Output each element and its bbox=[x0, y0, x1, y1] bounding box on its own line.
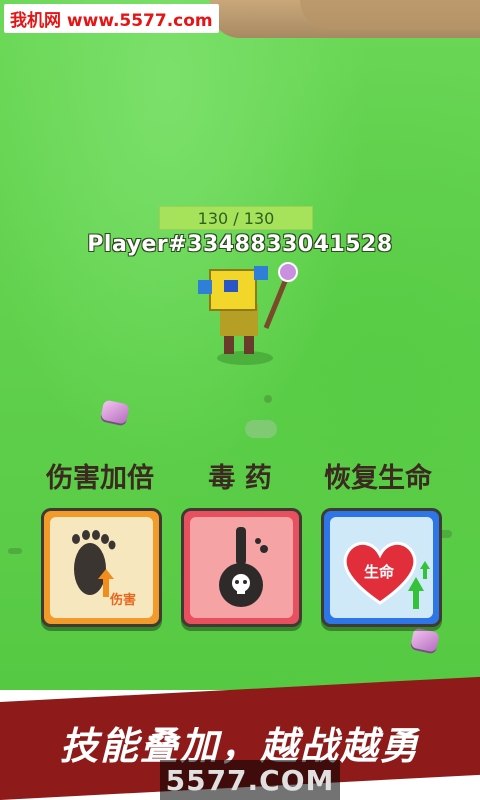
skill-title-poison: 毒 药 bbox=[208, 463, 272, 494]
ground-pebble bbox=[8, 548, 22, 554]
player-name: Player#3348833041528 bbox=[87, 232, 393, 257]
health-text: 130 / 130 bbox=[197, 208, 275, 228]
purple-gem[interactable] bbox=[410, 627, 440, 653]
player-character[interactable] bbox=[190, 258, 310, 368]
skill-title-damage: 伤害加倍 bbox=[46, 463, 154, 494]
rock-terrain-shadow bbox=[300, 0, 480, 30]
site-watermark: 5577.COM bbox=[160, 760, 340, 800]
ground-stone bbox=[245, 420, 277, 438]
footprint-damage-icon bbox=[72, 530, 116, 597]
skill-card-poison[interactable] bbox=[181, 508, 302, 627]
health-bar: 130 / 130 bbox=[159, 206, 313, 230]
ground-pebble bbox=[264, 395, 272, 403]
skill-title-heal: 恢复生命 bbox=[324, 463, 432, 494]
watermark: 我机网 www.5577.com bbox=[4, 4, 219, 33]
purple-gem[interactable] bbox=[100, 399, 130, 425]
damage-tag: 伤害 bbox=[110, 593, 137, 608]
skill-card-heal[interactable]: 生命 bbox=[321, 508, 442, 627]
poison-flask-icon bbox=[219, 527, 268, 607]
heal-tag: 生命 bbox=[364, 563, 395, 581]
skill-card-damage[interactable]: 伤害 bbox=[41, 508, 162, 627]
